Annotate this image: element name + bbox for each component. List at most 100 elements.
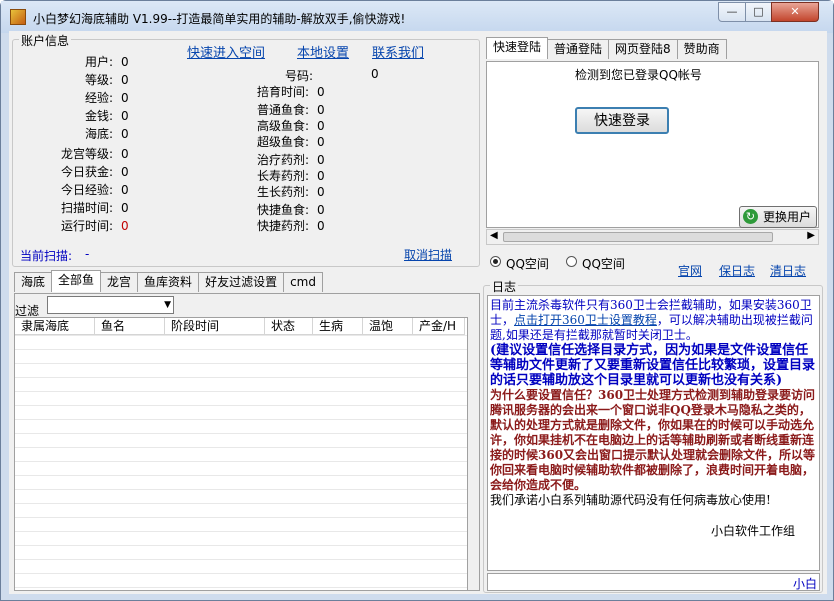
close-button[interactable]: ✕	[771, 2, 819, 22]
column-header[interactable]: 隶属海底	[15, 318, 95, 334]
log-status-text: 小白	[792, 577, 817, 591]
stat-label: 长寿药剂:	[256, 169, 309, 183]
filter-select[interactable]: ▼	[47, 296, 174, 314]
current-scan-value: -	[85, 247, 90, 261]
log-title: 日志	[490, 278, 519, 295]
stat-label: 快捷鱼食:	[256, 203, 309, 217]
tab-dragon-palace[interactable]: 龙宫	[100, 272, 139, 292]
switch-user-label: 更换用户	[762, 210, 811, 224]
clear-log-link[interactable]: 清日志	[770, 262, 806, 279]
stat-value: 0	[317, 203, 325, 217]
column-header[interactable]: 生病	[313, 318, 363, 334]
stat-label: 用户:	[84, 55, 113, 69]
tab-sponsor[interactable]: 赞助商	[676, 39, 727, 59]
stat-value: 0	[121, 109, 129, 123]
current-scan-label: 当前扫描:	[20, 249, 73, 263]
radio-label-2: QQ空间	[582, 257, 625, 271]
stat-label: 掊育时间:	[256, 85, 309, 99]
switch-user-button[interactable]: ↻ 更换用户	[739, 206, 817, 228]
stat-value: 0	[317, 85, 325, 99]
tab-quick-login[interactable]: 快速登陆	[486, 37, 549, 59]
log-status-bar: 小白	[487, 573, 820, 591]
scroll-left-icon[interactable]: ◀	[490, 230, 498, 241]
quick-login-button[interactable]: 快速登录	[575, 107, 669, 134]
column-header[interactable]: 状态	[265, 318, 313, 334]
login-tabs: 快速登陆 普通登陆 网页登陆8 赞助商	[486, 37, 727, 59]
stat-value: 0	[121, 201, 129, 215]
stat-value: 0	[121, 183, 129, 197]
qq-number-label: 号码:	[284, 69, 313, 83]
stat-value: 0	[121, 91, 129, 105]
tab-fish-library[interactable]: 鱼库资料	[137, 272, 200, 292]
log-signature: 小白软件工作组	[710, 524, 795, 538]
tab-all-fish[interactable]: 全部鱼	[51, 270, 102, 292]
stat-label: 金钱:	[84, 109, 113, 123]
column-header[interactable]: 温饱	[363, 318, 413, 334]
log-paragraph-2: (建议设置信任选择目录方式，因为如果是文件设置信任等辅助文件更新了又要重新设置信…	[490, 343, 816, 388]
radio-dot	[493, 259, 498, 264]
tab-normal-login[interactable]: 普通登陆	[547, 39, 610, 59]
stat-label: 今日获金:	[60, 165, 113, 179]
stat-value: 0	[121, 147, 129, 161]
stat-label: 普通鱼食:	[256, 103, 309, 117]
quick-login-panel: 检测到您已登录QQ帐号 快速登录 ↻ 更换用户	[486, 61, 819, 228]
qq-number-value: 0	[371, 67, 379, 81]
stat-label: 生长药剂:	[256, 185, 309, 199]
stat-value: 0	[317, 185, 325, 199]
log-textarea[interactable]: 目前主流杀毒软件只有360卫士会拦截辅助，如果安装360卫士，点击打开360卫士…	[487, 295, 820, 571]
stat-value: 0	[317, 119, 325, 133]
column-header[interactable]: 阶段时间	[165, 318, 265, 334]
stat-value: 0	[317, 103, 325, 117]
tab-friend-filter[interactable]: 好友过滤设置	[198, 272, 285, 292]
fish-grid[interactable]: 隶属海底 鱼名 阶段时间 状态 生病 温饱 产金/H	[14, 317, 468, 591]
stat-label: 治疗药剂:	[256, 153, 309, 167]
window-title: 小白梦幻海底辅助 V1.99--打造最简单实用的辅助-解放双手,偷快游戏!	[33, 12, 406, 26]
stat-value: 0	[121, 73, 129, 87]
stat-label: 等级:	[84, 73, 113, 87]
save-log-link[interactable]: 保日志	[719, 262, 755, 279]
column-header[interactable]: 鱼名	[95, 318, 165, 334]
minimize-button[interactable]: —	[718, 2, 746, 22]
stat-value: 0	[317, 169, 325, 183]
stat-value: 0	[121, 219, 129, 233]
column-header[interactable]: 产金/H	[413, 318, 465, 334]
stat-value: 0	[317, 219, 325, 233]
log-paragraph-4: 我们承诺小白系列辅助源代码没有任何病毒放心使用!	[490, 493, 771, 507]
log-paragraph-1: 目前主流杀毒软件只有360卫士会拦截辅助，如果安装360卫士，点击打开360卫士…	[490, 298, 817, 343]
tab-web-login[interactable]: 网页登陆8	[608, 39, 678, 59]
radio-label-1: QQ空间	[506, 257, 549, 271]
setup-tutorial-link[interactable]: 点击打开360卫士设置教程	[514, 313, 657, 327]
quick-enter-space-link[interactable]: 快速进入空间	[187, 42, 265, 61]
contact-us-link[interactable]: 联系我们	[372, 42, 424, 61]
stat-label: 龙宫等级:	[60, 147, 113, 161]
official-site-link[interactable]: 官网	[678, 262, 702, 279]
login-detected-text: 检测到您已登录QQ帐号	[575, 68, 702, 82]
stat-value: 0	[317, 135, 325, 149]
fish-grid-header: 隶属海底 鱼名 阶段时间 状态 生病 温饱 产金/H	[15, 318, 465, 335]
stat-label: 海底:	[84, 127, 113, 141]
maximize-button[interactable]: □	[745, 2, 772, 22]
horizontal-scrollbar[interactable]: ◀ ▶	[486, 229, 819, 245]
stat-label: 快捷药剂:	[256, 219, 309, 233]
tab-seabed[interactable]: 海底	[14, 272, 53, 292]
app-icon	[10, 9, 26, 25]
stat-value: 0	[317, 153, 325, 167]
stat-value: 0	[121, 127, 129, 141]
fish-tabs: 海底 全部鱼 龙宫 鱼库资料 好友过滤设置 cmd	[14, 270, 323, 292]
fish-grid-body	[15, 335, 467, 590]
chevron-down-icon: ▼	[164, 300, 171, 310]
scrollbar-thumb[interactable]	[503, 232, 773, 242]
log-paragraph-3: 为什么要设置信任？360卫士处理方式检测到辅助登录要访问腾讯服务器的会出来一个窗…	[490, 388, 816, 492]
stat-label: 扫描时间:	[60, 201, 113, 215]
cancel-scan-link[interactable]: 取消扫描	[404, 246, 452, 263]
main-window: 小白梦幻海底辅助 V1.99--打造最简单实用的辅助-解放双手,偷快游戏! — …	[0, 0, 834, 601]
stat-value: 0	[121, 165, 129, 179]
stat-label: 运行时间:	[60, 219, 113, 233]
scroll-right-icon[interactable]: ▶	[807, 230, 815, 241]
local-settings-link[interactable]: 本地设置	[297, 42, 349, 61]
tab-cmd[interactable]: cmd	[283, 272, 323, 292]
stat-label: 超级鱼食:	[256, 135, 309, 149]
stat-value: 0	[121, 55, 129, 69]
radio-qq-space-2[interactable]	[566, 256, 577, 267]
radio-qq-space-1[interactable]	[490, 256, 501, 267]
